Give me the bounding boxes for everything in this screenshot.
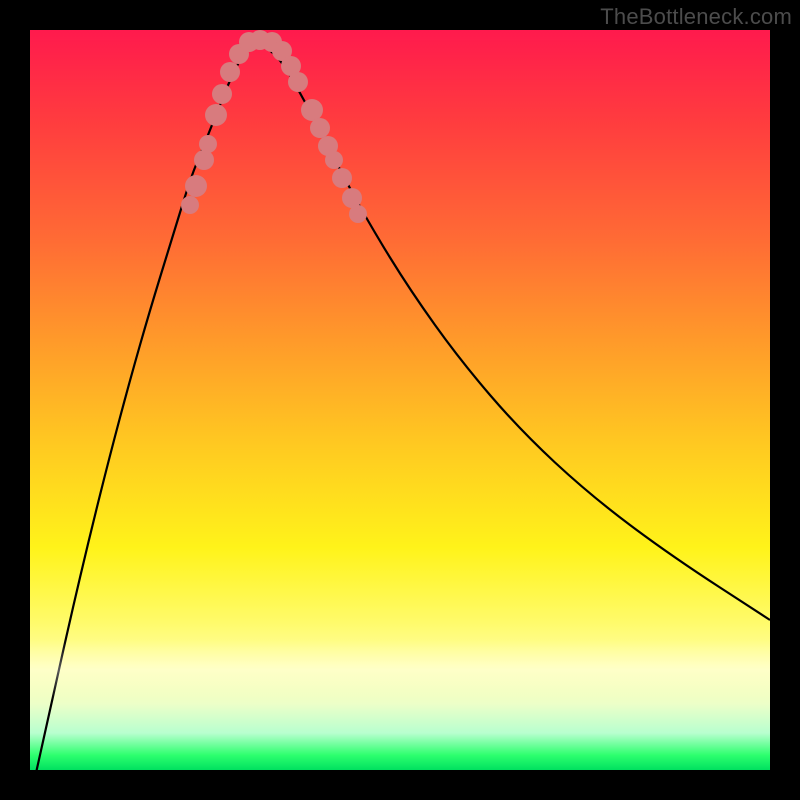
sample-dot	[301, 99, 323, 121]
sample-dot	[325, 151, 343, 169]
sample-dot	[185, 175, 207, 197]
sample-dots-group	[181, 30, 367, 223]
sample-dot	[349, 205, 367, 223]
sample-dot	[181, 196, 199, 214]
sample-dot	[342, 188, 362, 208]
sample-dot	[199, 135, 217, 153]
sample-dot	[212, 84, 232, 104]
sample-dot	[332, 168, 352, 188]
sample-dot	[288, 72, 308, 92]
sample-dot	[205, 104, 227, 126]
bottleneck-curve	[30, 43, 770, 771]
chart-frame: TheBottleneck.com	[0, 0, 800, 800]
watermark-text: TheBottleneck.com	[600, 4, 792, 30]
sample-dot	[194, 150, 214, 170]
bottleneck-chart-svg	[30, 30, 770, 770]
sample-dot	[310, 118, 330, 138]
sample-dot	[220, 62, 240, 82]
plot-area	[30, 30, 770, 770]
